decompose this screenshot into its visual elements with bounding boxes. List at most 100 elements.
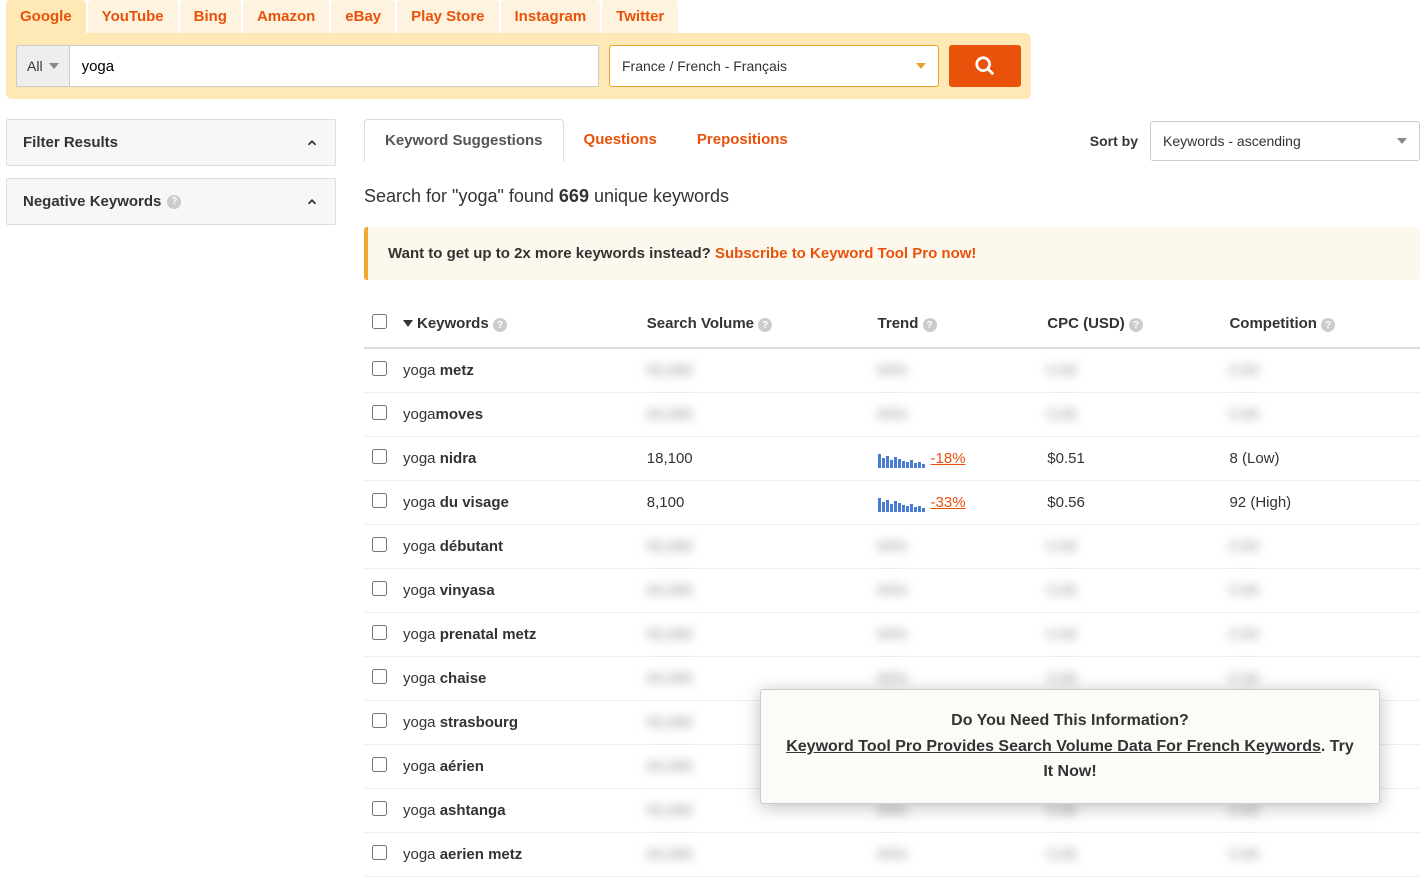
row-checkbox[interactable] (372, 757, 387, 772)
tab-prepositions[interactable]: Prepositions (677, 119, 808, 162)
filter-results-panel[interactable]: Filter Results (6, 119, 336, 166)
source-tab-amazon[interactable]: Amazon (243, 0, 329, 33)
scope-select[interactable]: All (16, 45, 70, 87)
promo-banner: Want to get up to 2x more keywords inste… (364, 227, 1420, 280)
cpc-cell: 0.00 (1039, 833, 1221, 877)
filter-results-label: Filter Results (23, 134, 118, 151)
keyword-cell: yogamoves (395, 393, 639, 437)
trend-cell: 00% (870, 525, 1040, 569)
trend-cell: 00% (870, 613, 1040, 657)
search-button[interactable] (949, 45, 1021, 87)
volume-cell: 00,000 (639, 393, 870, 437)
select-all-checkbox[interactable] (372, 314, 387, 329)
trend-cell: -33% (870, 481, 1040, 525)
region-select[interactable]: France / French - Français (609, 45, 939, 87)
scope-label: All (27, 58, 43, 74)
col-cpc[interactable]: CPC (USD) ? (1039, 300, 1221, 348)
col-competition[interactable]: Competition ? (1221, 300, 1420, 348)
volume-cell: 00,000 (639, 525, 870, 569)
keyword-cell: yoga nidra (395, 437, 639, 481)
negative-keywords-label: Negative Keywords (23, 193, 161, 210)
keyword-cell: yoga ashtanga (395, 789, 639, 833)
row-checkbox[interactable] (372, 493, 387, 508)
col-volume[interactable]: Search Volume ? (639, 300, 870, 348)
promo-text: Want to get up to 2x more keywords inste… (388, 245, 715, 262)
cpc-cell: $0.51 (1039, 437, 1221, 481)
tab-questions[interactable]: Questions (564, 119, 677, 162)
volume-cell: 00,000 (639, 613, 870, 657)
competition-cell: 8 (Low) (1221, 437, 1420, 481)
competition-cell: 0.00 (1221, 613, 1420, 657)
cpc-cell: 0.00 (1039, 569, 1221, 613)
chevron-up-icon (305, 136, 319, 150)
chevron-down-icon (1397, 138, 1407, 144)
row-checkbox[interactable] (372, 581, 387, 596)
row-checkbox[interactable] (372, 361, 387, 376)
chevron-down-icon (49, 63, 59, 69)
search-input[interactable] (70, 45, 599, 87)
sort-by-value: Keywords - ascending (1163, 133, 1301, 149)
trend-cell: -18% (870, 437, 1040, 481)
table-row: yoga nidra18,100-18%$0.518 (Low) (364, 437, 1420, 481)
source-tab-instagram[interactable]: Instagram (501, 0, 601, 33)
row-checkbox[interactable] (372, 801, 387, 816)
competition-cell: 0.00 (1221, 348, 1420, 393)
sparkline-icon (878, 494, 925, 512)
trend-cell: 00% (870, 348, 1040, 393)
source-tab-ebay[interactable]: eBay (331, 0, 395, 33)
sort-by-select[interactable]: Keywords - ascending (1150, 121, 1420, 161)
source-tab-google[interactable]: Google (6, 0, 86, 33)
row-checkbox[interactable] (372, 537, 387, 552)
cpc-cell: 0.00 (1039, 348, 1221, 393)
source-tab-bing[interactable]: Bing (180, 0, 241, 33)
help-icon: ? (1129, 318, 1143, 332)
search-bar: All France / French - Français (6, 33, 1031, 99)
trend-cell: 00% (870, 393, 1040, 437)
row-checkbox[interactable] (372, 845, 387, 860)
volume-cell: 00,000 (639, 348, 870, 393)
competition-cell: 0.00 (1221, 569, 1420, 613)
source-tab-youtube[interactable]: YouTube (88, 0, 178, 33)
popup-link[interactable]: Keyword Tool Pro Provides Search Volume … (786, 738, 1321, 755)
sort-desc-icon (403, 320, 413, 327)
help-icon: ? (758, 318, 772, 332)
sidebar: Filter Results Negative Keywords ? (6, 119, 336, 877)
competition-cell: 0.00 (1221, 525, 1420, 569)
source-tab-play-store[interactable]: Play Store (397, 0, 498, 33)
tab-suggestions[interactable]: Keyword Suggestions (364, 119, 564, 162)
row-checkbox[interactable] (372, 625, 387, 640)
table-row: yoga metz00,00000%0.000.00 (364, 348, 1420, 393)
chevron-up-icon (305, 195, 319, 209)
col-trend[interactable]: Trend ? (870, 300, 1040, 348)
search-icon (974, 55, 996, 77)
row-checkbox[interactable] (372, 449, 387, 464)
keyword-cell: yoga aérien (395, 745, 639, 789)
results-summary: Search for "yoga" found 669 unique keywo… (364, 162, 1420, 227)
source-tab-twitter[interactable]: Twitter (602, 0, 678, 33)
cpc-cell: 0.00 (1039, 525, 1221, 569)
row-checkbox[interactable] (372, 713, 387, 728)
keyword-cell: yoga metz (395, 348, 639, 393)
competition-cell: 0.00 (1221, 833, 1420, 877)
row-checkbox[interactable] (372, 405, 387, 420)
help-icon: ? (1321, 318, 1335, 332)
sort-by: Sort by Keywords - ascending (1090, 121, 1420, 161)
help-icon: ? (493, 318, 507, 332)
trend-cell: 00% (870, 833, 1040, 877)
table-row: yoga vinyasa00,00000%0.000.00 (364, 569, 1420, 613)
source-tabs: GoogleYouTubeBingAmazoneBayPlay StoreIns… (0, 0, 1426, 33)
competition-cell: 92 (High) (1221, 481, 1420, 525)
row-checkbox[interactable] (372, 669, 387, 684)
cpc-cell: 0.00 (1039, 393, 1221, 437)
sort-by-label: Sort by (1090, 133, 1138, 149)
sparkline-icon (878, 450, 925, 468)
col-keywords[interactable]: Keywords ? (395, 300, 639, 348)
negative-keywords-panel[interactable]: Negative Keywords ? (6, 178, 336, 225)
volume-cell: 00,000 (639, 833, 870, 877)
table-row: yoga du visage8,100-33%$0.5692 (High) (364, 481, 1420, 525)
keyword-cell: yoga strasbourg (395, 701, 639, 745)
cpc-cell: 0.00 (1039, 613, 1221, 657)
keyword-cell: yoga prenatal metz (395, 613, 639, 657)
promo-link[interactable]: Subscribe to Keyword Tool Pro now! (715, 245, 976, 262)
keyword-cell: yoga du visage (395, 481, 639, 525)
